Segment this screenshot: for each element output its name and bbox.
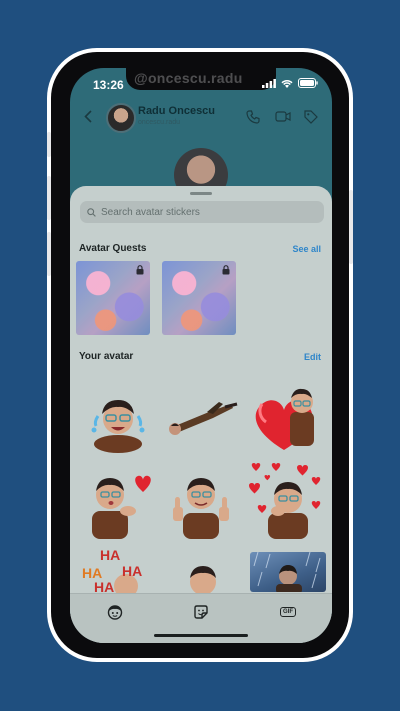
- sticker-hearts-around[interactable]: [244, 461, 324, 541]
- search-placeholder: Search avatar stickers: [101, 206, 200, 218]
- avatar-sticker-sheet: Search avatar stickers Avatar Quests See…: [70, 186, 332, 643]
- sticker-crying-laughing[interactable]: [78, 374, 158, 454]
- see-all-link[interactable]: See all: [292, 244, 321, 254]
- edit-avatar-link[interactable]: Edit: [304, 352, 321, 362]
- sheet-grabber[interactable]: [190, 192, 212, 195]
- lock-icon: [222, 265, 230, 275]
- lock-icon: [136, 265, 144, 275]
- signal-icon: [262, 78, 276, 88]
- sticker-icon: [194, 605, 208, 619]
- sticker-flying[interactable]: [161, 374, 241, 454]
- home-indicator: [154, 634, 248, 637]
- sticker-heart-hug[interactable]: [244, 374, 324, 454]
- tab-avatar[interactable]: [105, 603, 125, 621]
- watermark: @oncescu.radu: [134, 70, 243, 86]
- video-call-icon[interactable]: [275, 110, 291, 123]
- ha-text: HA: [122, 563, 142, 579]
- avatar-icon: [107, 605, 123, 620]
- gif-icon: GIF: [280, 607, 296, 617]
- phone-volume-down: [47, 232, 51, 276]
- status-time: 13:26: [93, 78, 124, 92]
- status-bar: 13:26 @oncescu.radu: [70, 68, 332, 98]
- your-avatar-title: Your avatar: [79, 351, 134, 362]
- tag-icon[interactable]: [304, 110, 318, 124]
- search-icon: [87, 207, 96, 217]
- sticker-thumbs-up[interactable]: [161, 461, 241, 541]
- phone-call-icon[interactable]: [246, 110, 260, 124]
- sticker-blowing-kiss[interactable]: [78, 461, 158, 541]
- ha-text: HA: [100, 547, 120, 563]
- contact-name[interactable]: Radu Oncescu: [138, 105, 215, 117]
- chat-header: Radu Oncescu oncescu.radu: [70, 98, 332, 134]
- status-icons: [262, 78, 318, 88]
- sticker-tab-bar: GIF: [70, 593, 332, 643]
- tab-stickers[interactable]: [191, 603, 211, 621]
- avatar-quests-title: Avatar Quests: [79, 243, 147, 254]
- phone-screen: 13:26 @oncescu.radu Radu Oncescu oncescu…: [70, 68, 332, 643]
- contact-avatar[interactable]: [106, 103, 136, 133]
- phone-volume-up: [47, 176, 51, 220]
- back-arrow-icon[interactable]: [84, 110, 92, 123]
- avatar-quest-card[interactable]: [162, 261, 236, 335]
- phone-power-button: [349, 190, 353, 264]
- battery-icon: [298, 78, 318, 88]
- wifi-icon: [281, 79, 293, 88]
- tab-gif[interactable]: GIF: [278, 603, 298, 621]
- phone-mute-switch: [47, 132, 51, 157]
- avatar-quest-card[interactable]: [76, 261, 150, 335]
- sticker-search-field[interactable]: Search avatar stickers: [80, 201, 324, 223]
- contact-subtitle: oncescu.radu: [138, 119, 181, 126]
